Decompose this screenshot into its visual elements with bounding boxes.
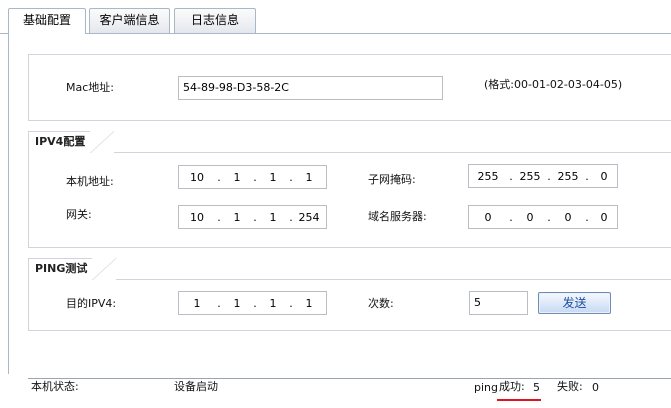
- fail-count: 0: [592, 381, 599, 394]
- tab-bar: 基础配置 客户端信息 日志信息: [0, 0, 671, 34]
- ip-octet: 0: [600, 210, 608, 224]
- ip-octet: 1: [269, 170, 277, 184]
- ip-octet: 1: [269, 210, 277, 224]
- ip-dot: .: [217, 170, 221, 184]
- status-label: 本机状态:: [31, 380, 79, 393]
- tab-basic-config[interactable]: 基础配置: [8, 8, 86, 34]
- ip-octet: 255: [477, 169, 499, 183]
- ip-dot: .: [547, 169, 551, 183]
- mac-input[interactable]: 54-89-98-D3-58-2C: [178, 76, 443, 100]
- target-ip-label: 目的IPV4:: [66, 297, 117, 310]
- ip-dot: .: [509, 210, 513, 224]
- tab-log-info[interactable]: 日志信息: [174, 8, 256, 33]
- ip-octet: 10: [190, 210, 204, 224]
- ip-octet: 1: [269, 296, 277, 310]
- send-button[interactable]: 发送: [538, 292, 611, 314]
- ip-octet: 0: [484, 210, 492, 224]
- status-value: 设备启动: [174, 380, 218, 393]
- gateway-input[interactable]: 10. 1. 1. 254: [178, 205, 327, 229]
- mac-format-hint: (格式:00-01-02-03-04-05): [484, 78, 623, 91]
- success-count: 5: [533, 381, 540, 394]
- ip-dot: .: [585, 169, 589, 183]
- ip-octet: 1: [233, 170, 241, 184]
- gateway-label: 网关:: [66, 208, 92, 221]
- mac-label: Mac地址:: [66, 81, 114, 94]
- count-input[interactable]: 5: [469, 291, 528, 315]
- ip-octet: 255: [557, 169, 579, 183]
- ip-dot: .: [253, 210, 257, 224]
- dns-label: 域名服务器:: [368, 210, 427, 223]
- ip-octet: 254: [298, 210, 320, 224]
- ip-dot: .: [509, 169, 513, 183]
- local-ip-input[interactable]: 10. 1. 1. 1: [178, 165, 327, 189]
- ip-octet: 0: [600, 169, 608, 183]
- ip-octet: 1: [193, 296, 201, 310]
- subnet-label: 子网掩码:: [368, 173, 416, 186]
- ping-title-slope: [92, 258, 116, 280]
- ip-octet: 1: [305, 296, 313, 310]
- fail-label: 失败:: [557, 380, 583, 393]
- subnet-input[interactable]: 255. 255. 255. 0: [468, 164, 618, 188]
- ip-dot: .: [547, 210, 551, 224]
- ping-group-title: PING测试: [28, 258, 92, 280]
- dns-input[interactable]: 0. 0. 0. 0: [468, 205, 618, 229]
- ip-octet: 1: [233, 296, 241, 310]
- success-label: 成功:: [499, 380, 525, 393]
- local-ip-label: 本机地址:: [66, 175, 114, 188]
- ip-octet: 10: [190, 170, 204, 184]
- ip-dot: .: [253, 296, 257, 310]
- ip-dot: .: [217, 296, 221, 310]
- ip-octet: 0: [526, 210, 534, 224]
- ip-dot: .: [253, 170, 257, 184]
- success-underline: [497, 399, 541, 401]
- ip-octet: 1: [233, 210, 241, 224]
- target-ip-input[interactable]: 1. 1. 1. 1: [178, 291, 327, 315]
- ip-dot: .: [217, 210, 221, 224]
- ping-prefix: ping: [474, 381, 498, 394]
- ip-dot: .: [289, 170, 293, 184]
- ip-dot: .: [289, 296, 293, 310]
- ip-octet: 1: [305, 170, 313, 184]
- status-divider: [28, 378, 671, 379]
- ipv4-title-slope: [90, 131, 114, 153]
- ip-octet: 0: [564, 210, 572, 224]
- count-label: 次数:: [368, 297, 394, 310]
- ip-octet: 255: [519, 169, 541, 183]
- tab-client-info[interactable]: 客户端信息: [89, 8, 170, 33]
- ip-dot: .: [585, 210, 589, 224]
- ipv4-group-title: IPV4配置: [28, 131, 90, 153]
- ip-dot: .: [289, 210, 293, 224]
